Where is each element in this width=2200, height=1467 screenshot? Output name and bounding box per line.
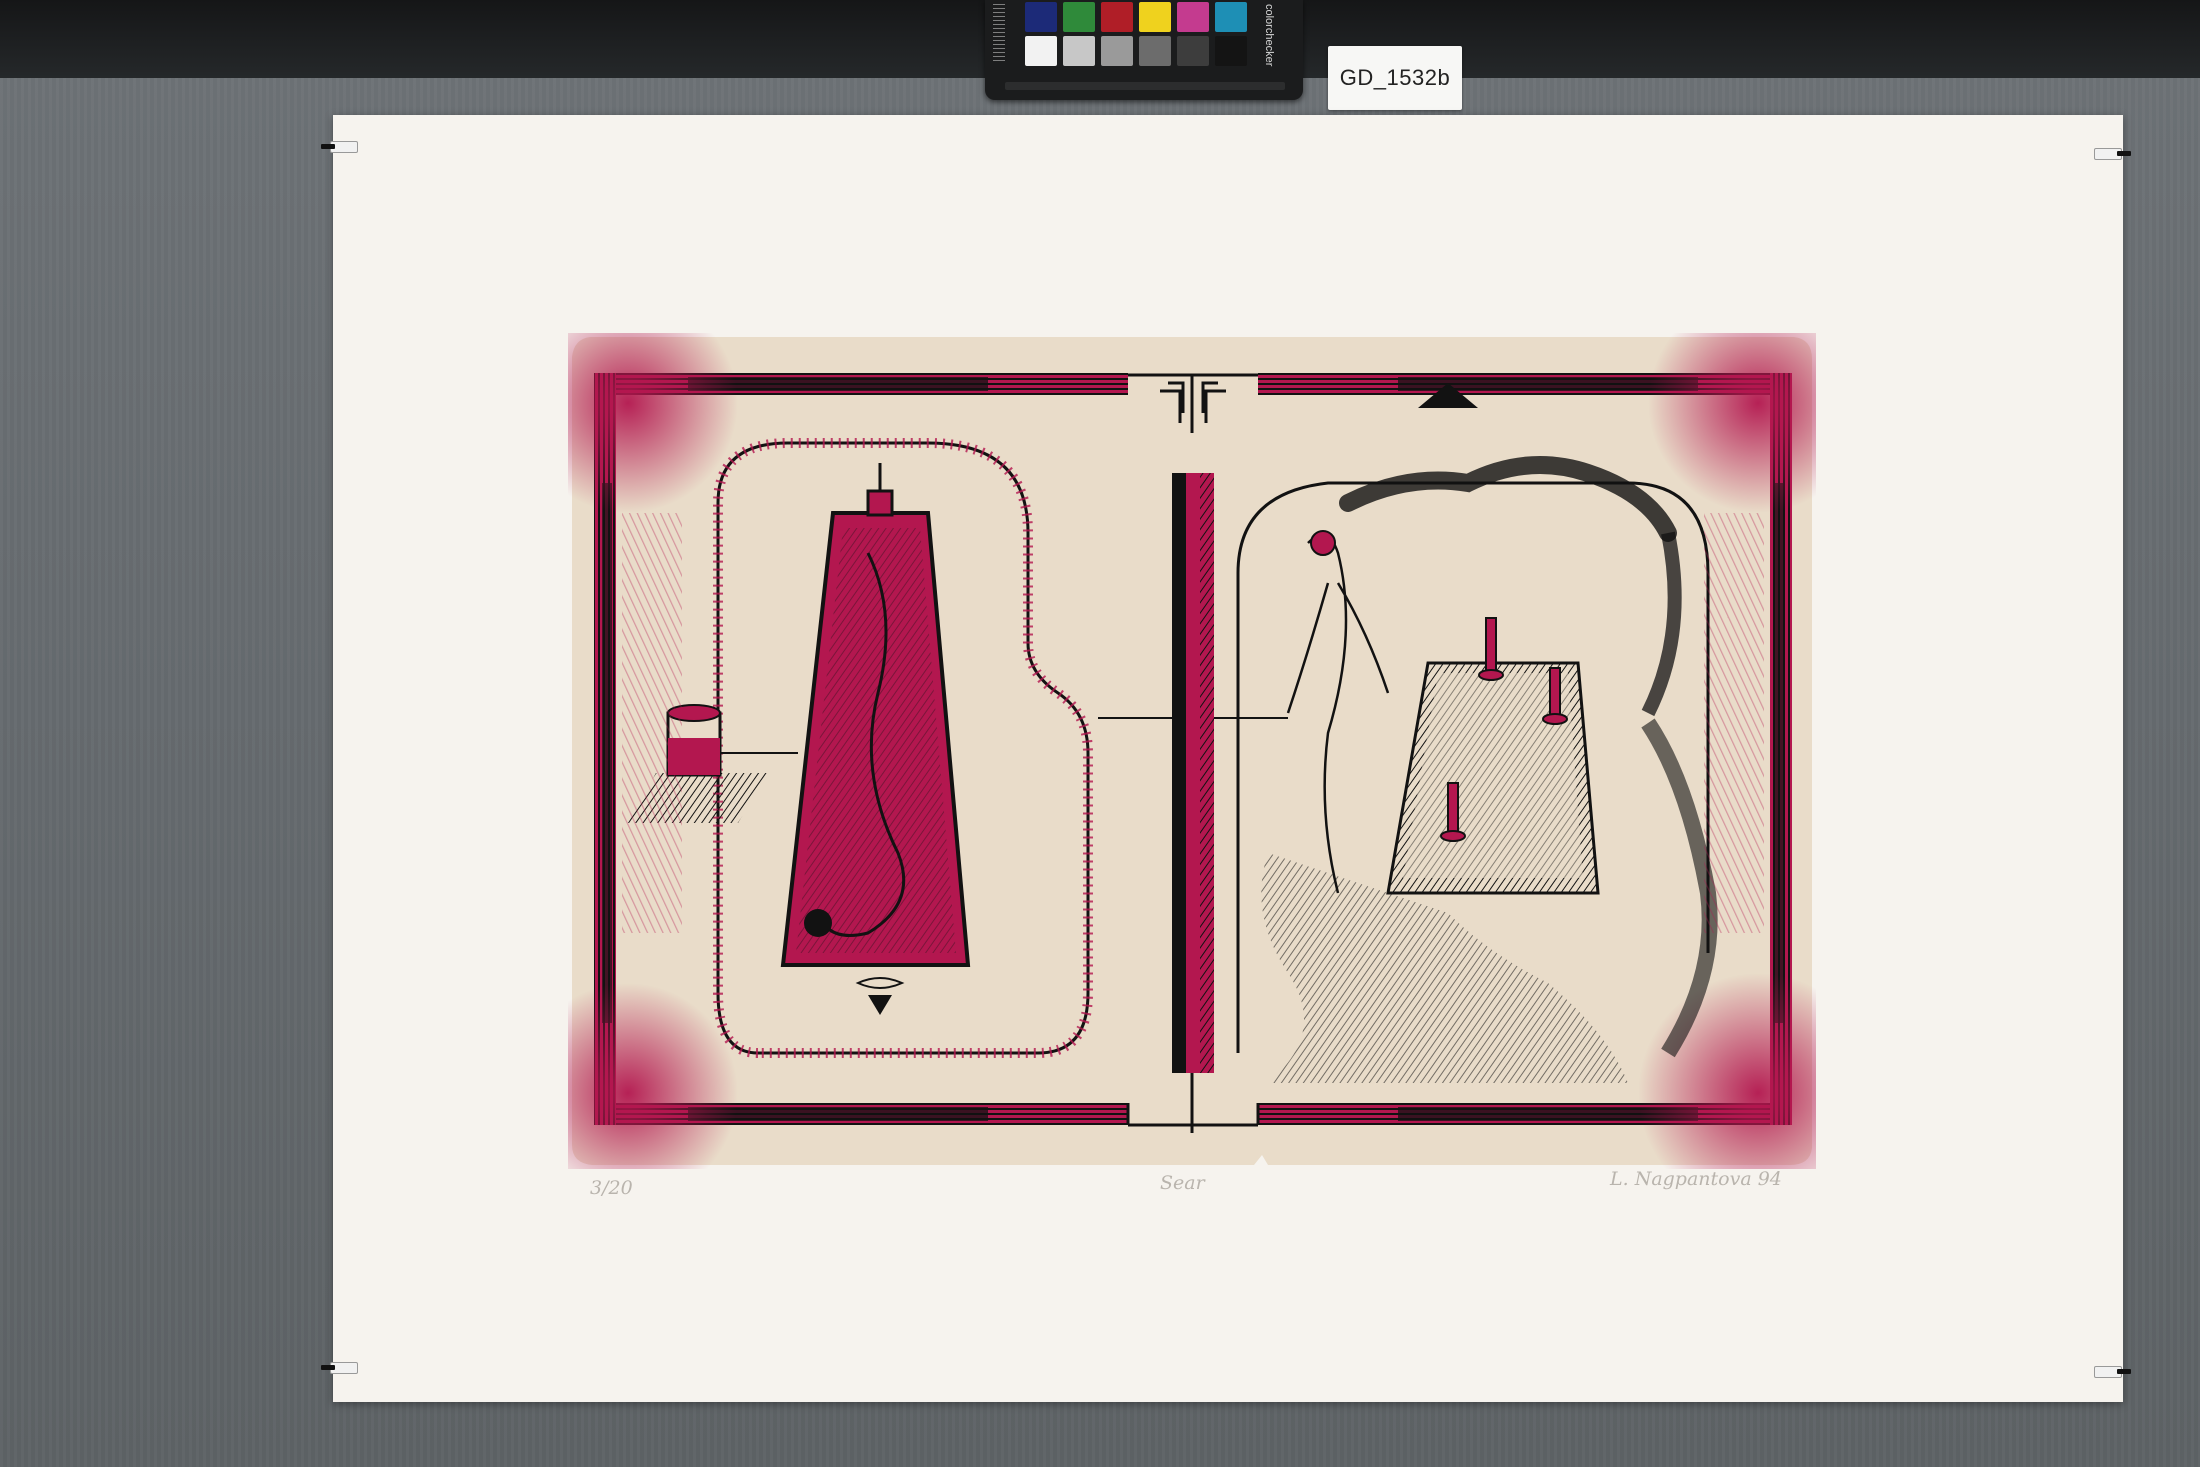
colorchecker-patch — [1177, 36, 1209, 66]
colorchecker-patch — [1215, 36, 1247, 66]
pencil-signature: L. Nagpantova 94 — [1610, 1168, 1782, 1190]
colorchecker-brand-text: colorchecker — [1263, 4, 1275, 67]
colorchecker-ruler — [993, 4, 1005, 62]
catalog-id-text: GD_1532b — [1339, 65, 1451, 90]
colorchecker-card: colorchecker — [985, 0, 1303, 100]
colorchecker-patch — [1139, 36, 1171, 66]
corner-clip-bottom-left — [321, 1362, 358, 1374]
corner-clip-top-right — [2094, 148, 2131, 160]
colorchecker-patch — [1025, 36, 1057, 66]
corner-clip-bottom-right — [2094, 1366, 2131, 1378]
colorchecker-patch — [1101, 2, 1133, 32]
colorchecker-patch — [1215, 2, 1247, 32]
colorchecker-patch — [1025, 2, 1057, 32]
colorchecker-holder-bar — [1005, 82, 1285, 90]
colorchecker-patch — [1139, 2, 1171, 32]
corner-clip-top-left — [321, 141, 358, 153]
colorchecker-patch — [1101, 36, 1133, 66]
colorchecker-patch — [1063, 2, 1095, 32]
catalog-id-label: GD_1532b — [1328, 46, 1462, 110]
lithograph-print — [568, 333, 1816, 1169]
colorchecker-patch — [1177, 2, 1209, 32]
pencil-title: Sear — [1160, 1172, 1205, 1194]
pencil-edition-number: 3/20 — [590, 1177, 633, 1199]
colorchecker-patch — [1063, 36, 1095, 66]
